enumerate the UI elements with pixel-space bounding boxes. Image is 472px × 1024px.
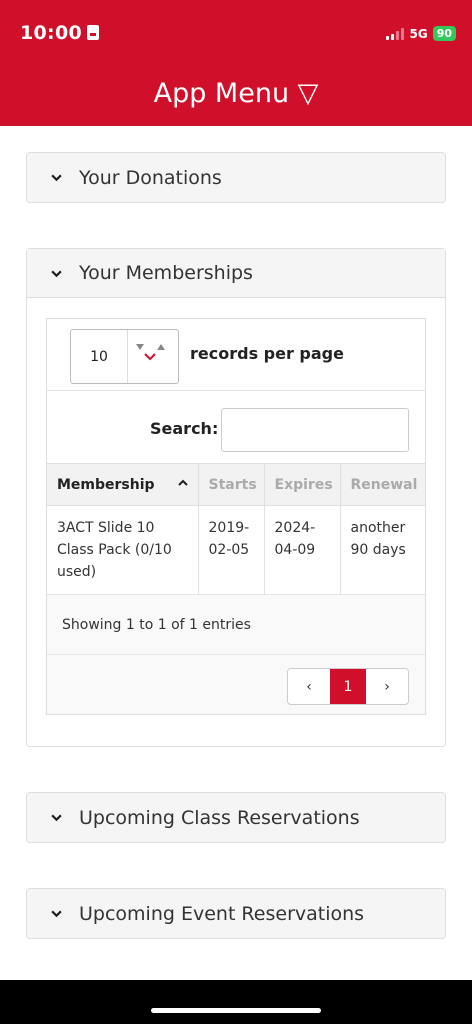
column-header-expires[interactable]: Expires xyxy=(264,463,341,506)
page-length-label: records per page xyxy=(190,344,344,363)
previous-page-button[interactable]: ‹ xyxy=(288,669,330,704)
memberships-panel: Your Memberships 10 records per page Sea… xyxy=(26,248,446,747)
search-label: Search: xyxy=(150,419,219,438)
chevron-down-icon xyxy=(51,814,62,822)
donations-panel-title: Your Donations xyxy=(79,166,222,189)
cell-renewal: another 90 days xyxy=(350,520,406,558)
table-row: 3ACT Slide 10 Class Pack (0/10 used) 201… xyxy=(47,505,425,594)
home-indicator[interactable] xyxy=(151,1008,321,1013)
page-length-value: 10 xyxy=(71,330,128,383)
memberships-table: Membership Starts Expires Renewal 3ACT S… xyxy=(47,463,425,594)
donations-panel-header[interactable]: Your Donations xyxy=(27,153,445,202)
pagination: ‹ 1 › xyxy=(287,668,409,705)
next-page-button[interactable]: › xyxy=(366,669,408,704)
table-info: Showing 1 to 1 of 1 entries xyxy=(47,594,425,654)
battery-icon: 90 xyxy=(432,26,456,41)
sim-card-icon xyxy=(86,25,99,40)
event-reservations-panel-header[interactable]: Upcoming Event Reservations xyxy=(27,889,445,938)
search-row: Search: xyxy=(47,391,425,463)
event-reservations-panel-title: Upcoming Event Reservations xyxy=(79,902,365,925)
cell-starts: 2019-02-05 xyxy=(198,505,265,594)
memberships-panel-title: Your Memberships xyxy=(79,262,253,284)
app-menu-toggle[interactable]: App Menu ▽ xyxy=(0,78,472,109)
chevron-down-icon xyxy=(51,174,62,182)
signal-icon xyxy=(386,27,405,40)
column-header-starts[interactable]: Starts xyxy=(198,463,265,506)
class-reservations-panel: Upcoming Class Reservations xyxy=(26,792,446,843)
app-header: 10:00 5G 90 App Menu ▽ xyxy=(0,0,472,126)
page-length-select[interactable]: 10 xyxy=(70,329,179,384)
page-button-current[interactable]: 1 xyxy=(330,669,366,704)
home-indicator-area xyxy=(0,980,472,1024)
status-time: 10:00 xyxy=(20,22,99,44)
chevron-down-icon xyxy=(51,270,62,277)
stepper-arrows xyxy=(128,330,178,383)
page-length-row: 10 records per page xyxy=(47,319,425,391)
memberships-panel-header[interactable]: Your Memberships xyxy=(27,249,445,298)
cell-expires: 2024-04-09 xyxy=(264,505,341,594)
status-indicators: 5G 90 xyxy=(386,26,456,41)
column-header-membership[interactable]: Membership xyxy=(47,463,199,506)
event-reservations-panel: Upcoming Event Reservations xyxy=(26,888,446,939)
network-type: 5G xyxy=(409,26,428,41)
table-header-row: Membership Starts Expires Renewal xyxy=(47,463,425,506)
cell-membership: 3ACT Slide 10 Class Pack (0/10 used) xyxy=(47,505,199,594)
pagination-row: ‹ 1 › xyxy=(47,654,425,714)
sort-ascending-icon xyxy=(177,479,188,486)
search-input[interactable] xyxy=(221,408,409,452)
sort-arrows-icon xyxy=(136,344,165,361)
chevron-down-icon xyxy=(51,910,62,918)
class-reservations-panel-header[interactable]: Upcoming Class Reservations xyxy=(27,793,445,842)
column-header-renewal[interactable]: Renewal xyxy=(340,463,425,506)
memberships-table-wrapper: 10 records per page Search: Membership S… xyxy=(46,318,426,715)
donations-panel: Your Donations xyxy=(26,152,446,203)
class-reservations-panel-title: Upcoming Class Reservations xyxy=(79,806,360,829)
